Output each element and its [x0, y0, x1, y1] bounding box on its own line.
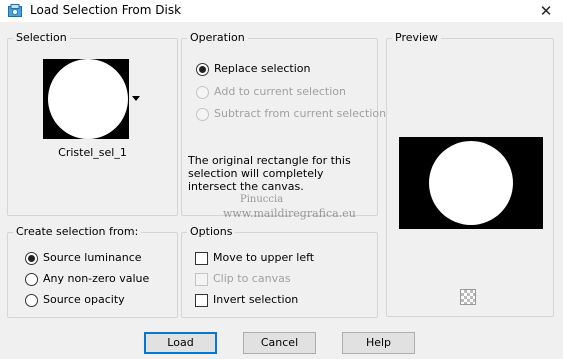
checkbox[interactable] [195, 273, 208, 286]
dropdown-arrow-icon[interactable] [132, 96, 140, 101]
replace-selection-label: Replace selection [214, 62, 311, 75]
preview-group-label: Preview [392, 31, 441, 45]
clip-to-canvas-label: Clip to canvas [213, 272, 291, 285]
checkbox[interactable] [195, 252, 208, 265]
create-from-group-label: Create selection from: [13, 225, 142, 239]
thumbnail-circle [48, 59, 128, 139]
preview-circle [429, 141, 513, 225]
source-opacity-label: Source opacity [43, 293, 125, 306]
selection-thumbnail[interactable] [43, 59, 129, 139]
cancel-button[interactable]: Cancel [243, 332, 316, 354]
create-from-group: Create selection from: Source luminance … [7, 225, 178, 318]
any-nonzero-label: Any non-zero value [43, 272, 150, 285]
radio-button[interactable] [196, 86, 209, 99]
move-upper-left-label: Move to upper left [213, 251, 315, 264]
preview-image [399, 137, 543, 229]
selection-file-name: Cristel_sel_1 [58, 146, 127, 159]
selection-group-label: Selection [13, 31, 70, 45]
window-title: Load Selection From Disk [30, 3, 182, 17]
preview-group: Preview [386, 31, 554, 317]
options-group-label: Options [187, 225, 236, 239]
title-bar: Load Selection From Disk ✕ [0, 0, 563, 22]
help-button[interactable]: Help [342, 332, 415, 354]
radio-button[interactable] [25, 294, 38, 307]
source-luminance-label: Source luminance [43, 251, 142, 264]
selection-app-icon [8, 4, 22, 17]
radio-button[interactable] [25, 273, 38, 286]
radio-button-checked[interactable] [196, 63, 209, 76]
watermark-url: www.maildiregrafica.eu [223, 207, 356, 220]
operation-note: The original rectangle for this selectio… [188, 154, 351, 193]
load-button[interactable]: Load [144, 332, 217, 354]
selection-group: Selection Cristel_sel_1 [7, 31, 178, 216]
radio-button[interactable] [196, 108, 209, 121]
radio-button-checked[interactable] [25, 252, 38, 265]
transparency-checker-icon[interactable] [460, 289, 476, 305]
subtract-selection-label: Subtract from current selection [214, 107, 387, 120]
operation-group: Operation Replace selection Add to curre… [181, 31, 386, 216]
add-to-selection-label: Add to current selection [214, 85, 346, 98]
checkbox[interactable] [195, 294, 208, 307]
options-group: Options Move to upper left Clip to canva… [181, 225, 378, 318]
watermark-name: Pinuccia [240, 194, 284, 205]
operation-group-label: Operation [187, 31, 248, 45]
invert-selection-label: Invert selection [213, 293, 299, 306]
close-icon[interactable]: ✕ [535, 1, 557, 21]
